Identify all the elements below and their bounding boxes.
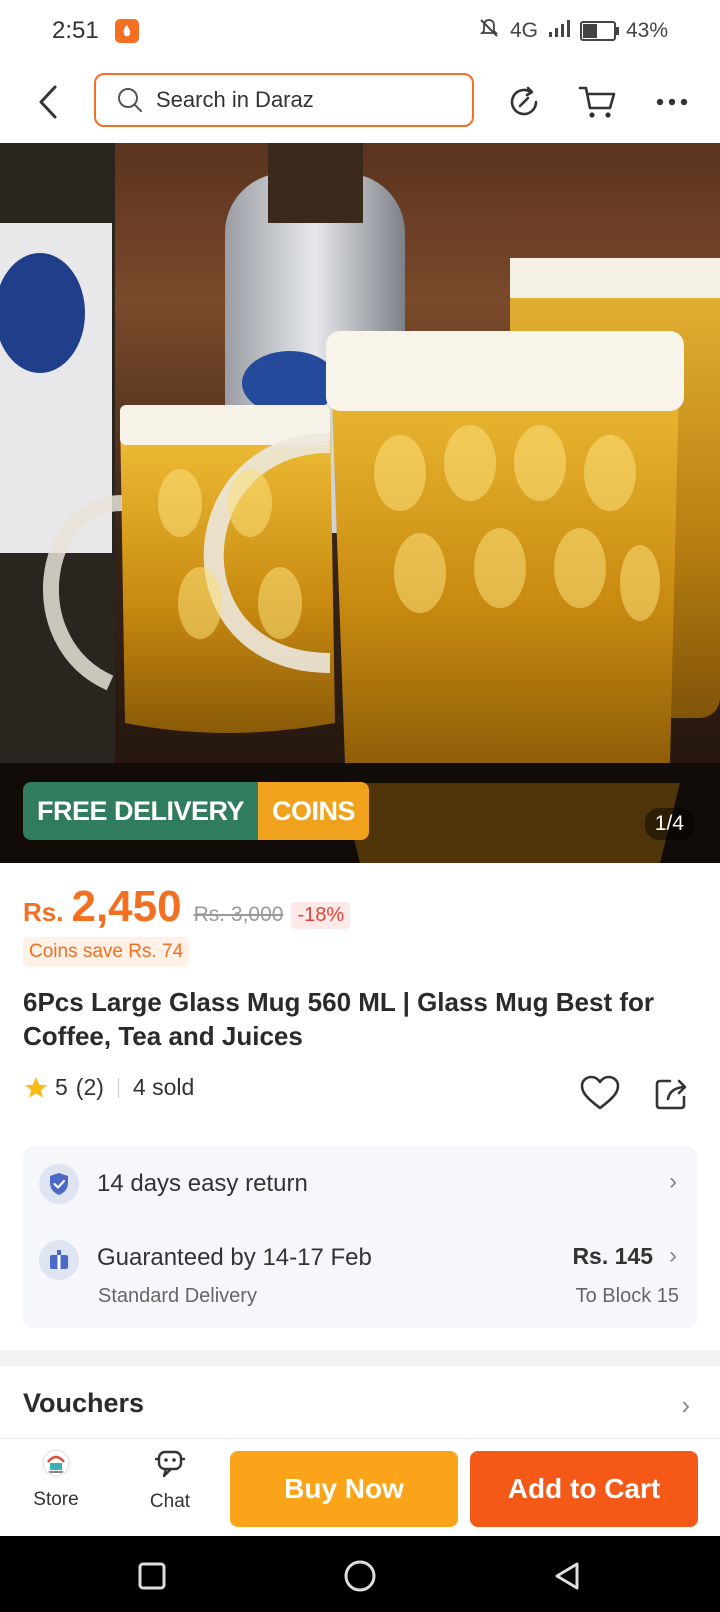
mute-icon [478,17,500,45]
back-nav-button[interactable] [546,1554,590,1598]
daraz-notification-icon [115,19,139,43]
product-title: 6Pcs Large Glass Mug 560 ML | Glass Mug … [23,987,654,1051]
back-button[interactable] [28,80,68,124]
battery-percent: 43% [625,19,668,42]
recents-icon [138,1562,166,1590]
delivery-box-icon [39,1240,79,1280]
network-label: 4G [509,19,538,42]
store-logo-icon [42,1449,70,1477]
search-input[interactable] [154,86,438,114]
header [0,68,720,136]
back-triangle-icon [555,1562,579,1590]
section-divider [0,1350,720,1366]
vouchers-heading[interactable]: Vouchers [23,1388,144,1419]
battery-level [582,24,597,38]
chevron-right-icon: › [669,1242,677,1269]
recents-button[interactable] [130,1554,174,1598]
return-policy-text: 14 days easy return [97,1170,308,1197]
delivery-type: Standard Delivery [98,1285,257,1307]
add-to-cart-button[interactable]: Add to Cart [470,1451,698,1527]
coins-save-badge: Coins save Rs. 74 [23,937,190,967]
product-photo-illustration [0,143,720,863]
refresh-button[interactable] [502,80,546,124]
discount-badge: -18% [291,902,351,929]
review-count: (2) [75,1074,104,1100]
search-bar[interactable] [94,73,474,127]
store-label: Store [33,1489,79,1510]
price-currency: Rs. [23,897,64,927]
delivery-destination: To Block 15 [575,1285,679,1307]
delivery-row[interactable]: Guaranteed by 14-17 Feb Standard Deliver… [23,1220,697,1328]
chevron-right-icon[interactable]: › [681,1390,690,1421]
image-counter: 1/4 [644,808,694,840]
more-icon [656,98,688,106]
product-image[interactable] [0,143,720,863]
rating-row[interactable]: 5 (2) 4 sold [23,1074,194,1101]
more-button[interactable] [650,80,694,124]
rating-value: 5 [55,1074,68,1100]
status-time: 2:51 [52,17,99,44]
home-button[interactable] [338,1554,382,1598]
delivery-badges: FREE DELIVERY COINS [23,782,370,840]
cart-button[interactable] [576,80,620,124]
share-icon [655,1079,687,1110]
chevron-right-icon: › [669,1168,677,1195]
wishlist-button[interactable] [577,1070,623,1116]
current-price: 2,450 [71,882,182,931]
refresh-icon [510,86,538,116]
search-icon [118,88,142,112]
back-icon [39,85,57,119]
original-price: Rs. 3,000 [193,903,284,926]
star-icon [25,1076,47,1098]
chat-button[interactable]: Chat [130,1449,210,1513]
signal-icon [548,18,570,44]
sold-count: 4 sold [132,1074,195,1100]
cart-icon [578,86,616,118]
rating-divider [117,1077,119,1098]
service-card: 14 days easy return › Guaranteed by 14-1… [23,1146,697,1328]
share-button[interactable] [649,1070,695,1116]
buy-now-button[interactable]: Buy Now [230,1451,458,1527]
price-row: Rs. 2,450 Rs. 3,000 -18% [23,882,351,932]
coins-badge: COINS [258,782,370,840]
shield-check-icon [39,1164,79,1204]
store-button[interactable]: Store [16,1449,96,1511]
home-icon [344,1560,376,1592]
return-policy-row[interactable]: 14 days easy return › [23,1146,697,1220]
chat-icon [154,1450,186,1478]
battery-icon [579,21,619,41]
status-bar: 2:51 4G 43% [0,0,720,62]
delivery-fee: Rs. 145 [572,1243,653,1269]
free-delivery-badge: FREE DELIVERY [23,782,259,840]
status-indicators: 4G 43% [478,17,668,45]
system-navigation-bar [0,1536,720,1612]
heart-icon [580,1075,620,1110]
bottom-action-bar: Store Chat Buy Now Add to Cart [0,1438,720,1537]
chat-label: Chat [149,1491,191,1512]
delivery-guarantee-text: Guaranteed by 14-17 Feb [97,1244,372,1271]
